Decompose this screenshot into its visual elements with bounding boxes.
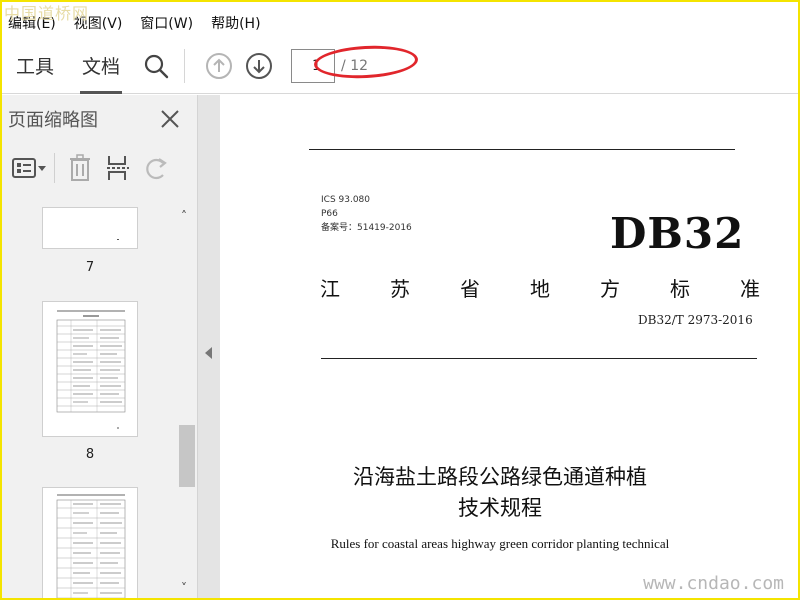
menu-window[interactable]: 窗口(W) <box>140 13 193 33</box>
delete-page-button[interactable] <box>61 149 99 187</box>
panel-splitter[interactable] <box>198 95 220 598</box>
page-down-icon <box>246 52 273 79</box>
previous-page-button[interactable] <box>201 48 237 84</box>
document-title-en: Rules for coastal areas highway green co… <box>330 536 670 551</box>
panel-header: 页面缩略图 <box>2 95 197 143</box>
panel-divider <box>54 153 55 183</box>
extract-pages-icon <box>107 156 129 180</box>
search-button[interactable] <box>138 48 174 84</box>
close-icon[interactable] <box>159 108 181 130</box>
menu-bar: 编辑(E) 视图(V) 窗口(W) 帮助(H) <box>2 10 798 36</box>
thumbnail-list: 7 8 <box>2 207 176 598</box>
document-title-cn: 沿海盐土路段公路绿色通道种植 <box>353 465 647 489</box>
next-page-button[interactable] <box>241 48 277 84</box>
thumbnail-label-8: 8 <box>85 447 95 462</box>
db-logo: DB32 <box>610 209 745 258</box>
thumbnail-scrollbar[interactable]: ˄ ˅ <box>175 207 197 598</box>
standard-name-char: 苏 <box>390 277 410 301</box>
thumbnail-options-icon <box>12 158 46 178</box>
document-title-cn-line2: 技术规程 <box>458 496 542 520</box>
toolbar-divider <box>184 48 186 83</box>
standard-name-char: 地 <box>530 277 550 301</box>
thumbnail-page-8[interactable] <box>42 301 138 437</box>
standard-name-char: 标 <box>670 277 690 301</box>
top-rule <box>309 149 735 150</box>
standard-name: 江 苏 省 地 方 标 准 <box>320 273 760 302</box>
menu-help[interactable]: 帮助(H) <box>211 13 260 33</box>
delete-icon <box>70 154 90 181</box>
thumbnail-panel: 页面缩略图 7 8 ˄ ˅ <box>2 95 198 598</box>
standard-name-char: 江 <box>320 277 340 301</box>
thumbnail-page-9[interactable] <box>42 487 138 598</box>
thumbnail-page-7[interactable] <box>42 207 138 249</box>
standard-name-char: 方 <box>600 277 620 301</box>
watermark-logo: 中国道桥网 <box>4 4 90 23</box>
scroll-up-icon[interactable]: ˄ <box>181 209 187 223</box>
tab-tools[interactable]: 工具 <box>2 38 68 94</box>
panel-title: 页面缩略图 <box>8 110 98 131</box>
classification-code: P66 <box>321 209 338 219</box>
watermark-url: www.cndao.com <box>643 573 784 594</box>
extract-pages-button[interactable] <box>99 149 137 187</box>
scroll-down-icon[interactable]: ˅ <box>181 581 187 595</box>
tab-document[interactable]: 文档 <box>68 38 134 94</box>
rotate-page-button[interactable] <box>137 149 175 187</box>
standard-number: DB32/T 2973-2016 <box>638 313 753 327</box>
standard-name-char: 省 <box>460 277 480 301</box>
page-up-icon <box>206 52 233 79</box>
ics-code: ICS 93.080 <box>321 195 371 205</box>
rotate-icon <box>146 158 167 180</box>
thumbnail-content <box>56 310 126 429</box>
panel-toolbar <box>2 143 197 193</box>
thumbnail-options-button[interactable] <box>10 149 48 187</box>
thumbnail-content <box>56 494 126 598</box>
search-icon <box>144 54 169 78</box>
thumbnail-label-7: 7 <box>85 260 95 275</box>
middle-rule <box>321 358 757 359</box>
scrollbar-thumb[interactable] <box>179 425 195 487</box>
document-page: ICS 93.080 P66 备案号：51419-2016 DB32 江 苏 省… <box>220 95 798 598</box>
collapse-panel-icon[interactable] <box>205 347 212 359</box>
record-number: 备案号：51419-2016 <box>321 223 412 233</box>
standard-name-char: 准 <box>740 277 760 301</box>
